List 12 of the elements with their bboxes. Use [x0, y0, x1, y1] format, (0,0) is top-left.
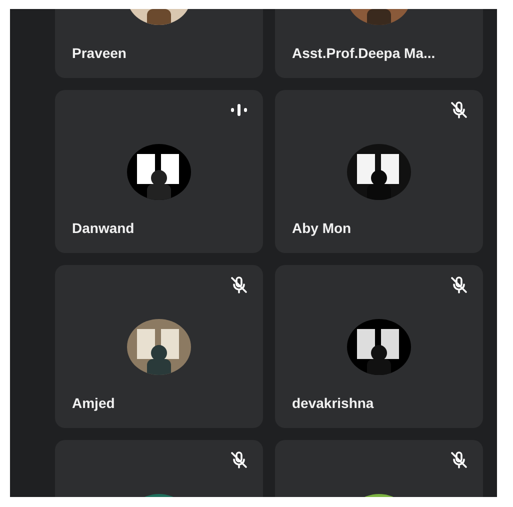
- participant-tile[interactable]: Asst.Prof.Deepa Ma...: [275, 9, 483, 78]
- participant-name: devakrishna: [292, 395, 374, 411]
- participant-name: Amjed: [72, 395, 115, 411]
- participant-tile[interactable]: Praveen: [55, 9, 263, 78]
- participant-name: Asst.Prof.Deepa Ma...: [292, 45, 436, 61]
- participant-name: Aby Mon: [292, 220, 352, 236]
- participant-tile[interactable]: Aby Mon: [275, 90, 483, 253]
- participant-name: Praveen: [72, 45, 126, 61]
- participant-tile[interactable]: Danwand: [55, 90, 263, 253]
- participant-tile[interactable]: Amjed: [55, 265, 263, 428]
- participant-tile[interactable]: devakrishna: [275, 265, 483, 428]
- participant-name: Danwand: [72, 220, 134, 236]
